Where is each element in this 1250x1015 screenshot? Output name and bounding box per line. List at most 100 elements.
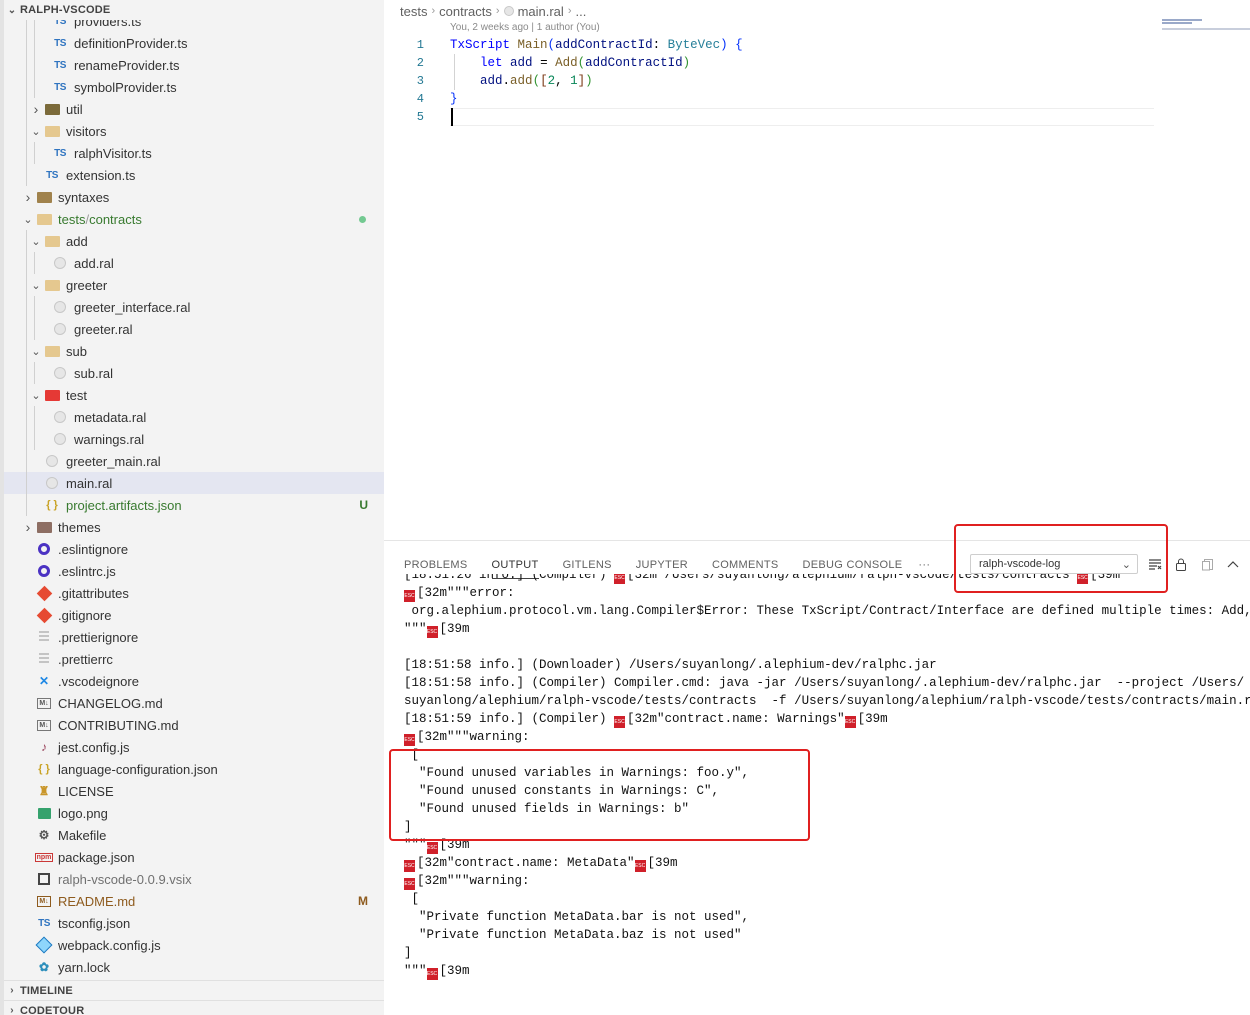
tree-item[interactable]: M↓ CONTRIBUTING.md (4, 714, 384, 736)
codetour-section-header[interactable]: › CODETOUR (4, 1000, 384, 1015)
breadcrumb-item-main-ral[interactable]: main.ral (518, 4, 564, 19)
git-blame-annotation[interactable]: You, 2 weeks ago | 1 author (You) (450, 22, 600, 33)
tree-item[interactable]: TS ralphVisitor.ts (4, 142, 384, 164)
minimap[interactable] (1162, 18, 1250, 32)
code-token: add (510, 74, 533, 88)
chevron-down-icon[interactable]: ⌄ (28, 389, 44, 402)
tree-item[interactable]: › themes (4, 516, 384, 538)
minimap-slider[interactable] (1162, 28, 1250, 30)
code-line[interactable]: 3 add.add([2, 1]) (384, 72, 593, 90)
panel-tab-gitlens[interactable]: GITLENS (563, 555, 612, 575)
tree-item[interactable]: M↓ CHANGELOG.md (4, 692, 384, 714)
code-token: ( (547, 38, 556, 52)
tree-item[interactable]: ralph-vscode-0.0.9.vsix (4, 868, 384, 890)
chevron-right-icon[interactable]: › (20, 519, 36, 535)
tree-item[interactable]: .prettierignore (4, 626, 384, 648)
tree-item[interactable]: › util (4, 98, 384, 120)
tree-item[interactable]: ⌄ sub (4, 340, 384, 362)
chevron-down-icon[interactable]: ⌄ (20, 213, 36, 226)
code-line[interactable]: 2 let add = Add(addContractId) (384, 54, 690, 72)
tree-item-label: sub (66, 343, 87, 359)
file-icon-slot: TS (52, 35, 68, 51)
tree-item[interactable]: ♪ jest.config.js (4, 736, 384, 758)
tree-item[interactable]: greeter_interface.ral (4, 296, 384, 318)
tree-item[interactable]: ⌄ test (4, 384, 384, 406)
tree-item[interactable]: TS renameProvider.ts (4, 54, 384, 76)
file-icon-slot (52, 431, 68, 447)
tree-item[interactable]: .gitattributes (4, 582, 384, 604)
code-line[interactable]: 5 (384, 108, 424, 126)
tree-item[interactable]: ⌄ visitors (4, 120, 384, 142)
tree-item[interactable]: metadata.ral (4, 406, 384, 428)
indent-guide (26, 428, 27, 450)
chevron-right-icon[interactable]: › (28, 101, 44, 117)
code-line[interactable]: 1 TxScript Main(addContractId: ByteVec) { (384, 36, 743, 54)
output-text: [32m"""warning: (417, 730, 530, 744)
folder-themes-icon (36, 521, 52, 533)
tree-item[interactable]: logo.png (4, 802, 384, 824)
tree-item[interactable]: › syntaxes (4, 186, 384, 208)
more-actions-icon[interactable]: ··· (918, 555, 930, 575)
panel-tab-debug-console[interactable]: DEBUG CONSOLE (803, 555, 903, 575)
code-line[interactable]: 4} (384, 90, 458, 108)
file-icon-slot: TS (52, 57, 68, 73)
chevron-down-icon[interactable]: ⌄ (28, 125, 44, 138)
tree-item[interactable]: ⌄ greeter (4, 274, 384, 296)
panel-tab-comments[interactable]: COMMENTS (712, 555, 779, 575)
tree-item[interactable]: greeter.ral (4, 318, 384, 340)
panel-tab-problems[interactable]: PROBLEMS (404, 555, 468, 575)
chevron-up-icon[interactable] (1224, 555, 1242, 573)
open-in-editor-icon[interactable] (1198, 555, 1216, 573)
tree-item[interactable]: greeter_main.ral (4, 450, 384, 472)
tree-item[interactable]: npm package.json (4, 846, 384, 868)
tree-item-label: symbolProvider.ts (74, 79, 177, 95)
panel-tab-output[interactable]: OUTPUT (491, 555, 539, 579)
indent-guide (34, 406, 35, 428)
minimap-line (1162, 19, 1202, 21)
file-icon-slot (36, 519, 52, 535)
tree-item[interactable]: ✕ .vscodeignore (4, 670, 384, 692)
tree-item[interactable]: M↓ README.md M (4, 890, 384, 912)
output-line: suyanlong/alephium/ralph-vscode/tests/co… (404, 692, 1250, 710)
tree-item[interactable]: TS tsconfig.json (4, 912, 384, 934)
tree-item[interactable]: .eslintignore (4, 538, 384, 560)
tree-item[interactable]: ⚙ Makefile (4, 824, 384, 846)
tree-item[interactable]: main.ral (4, 472, 384, 494)
tree-item[interactable]: sub.ral (4, 362, 384, 384)
tree-item[interactable]: warnings.ral (4, 428, 384, 450)
breadcrumb-item-contracts[interactable]: contracts (439, 4, 492, 19)
panel-tab-jupyter[interactable]: JUPYTER (636, 555, 688, 575)
tree-item[interactable]: webpack.config.js (4, 934, 384, 956)
tree-item[interactable]: { } project.artifacts.json U (4, 494, 384, 516)
breadcrumb-item-tests[interactable]: tests (400, 4, 427, 19)
chevron-down-icon[interactable]: ⌄ (28, 279, 44, 292)
output-line: """ESC [39m (404, 620, 1250, 638)
chevron-down-icon[interactable]: ⌄ (28, 235, 44, 248)
tree-item[interactable]: TS symbolProvider.ts (4, 76, 384, 98)
chevron-right-icon[interactable]: › (20, 189, 36, 205)
file-tree: TS providers.ts TS definitionProvider.ts TS r… (4, 10, 384, 978)
breadcrumb-item-more[interactable]: ... (575, 4, 586, 19)
tree-item[interactable]: { } language-configuration.json (4, 758, 384, 780)
indent-guide (34, 142, 35, 164)
timeline-section-header[interactable]: › TIMELINE (4, 980, 384, 1000)
tree-item[interactable]: .prettierrc (4, 648, 384, 670)
code-text: TxScript Main(addContractId: ByteVec) { (450, 38, 743, 52)
output-text: [18:51:59 info.] (Compiler) (404, 712, 615, 726)
tree-item[interactable]: ✿ yarn.lock (4, 956, 384, 978)
code-editor[interactable]: tests › contracts › main.ral › ... You, … (384, 0, 1250, 540)
chevron-down-icon[interactable]: ⌄ (28, 345, 44, 358)
tree-item[interactable]: ⌄ add (4, 230, 384, 252)
tree-item[interactable]: ⌄ tests / contracts (4, 208, 384, 230)
tree-item[interactable]: TS definitionProvider.ts (4, 32, 384, 54)
tree-item[interactable]: add.ral (4, 252, 384, 274)
explorer-section-header[interactable]: ⌄ RALPH-VSCODE (4, 0, 384, 20)
file-icon-slot: { } (36, 761, 52, 777)
tree-item[interactable]: .eslintrc.js (4, 560, 384, 582)
tree-item[interactable]: .gitignore (4, 604, 384, 626)
lock-icon[interactable] (1172, 555, 1190, 573)
tree-item[interactable]: ♜ LICENSE (4, 780, 384, 802)
tree-item[interactable]: TS extension.ts (4, 164, 384, 186)
tree-item-label: .gitignore (58, 607, 112, 623)
